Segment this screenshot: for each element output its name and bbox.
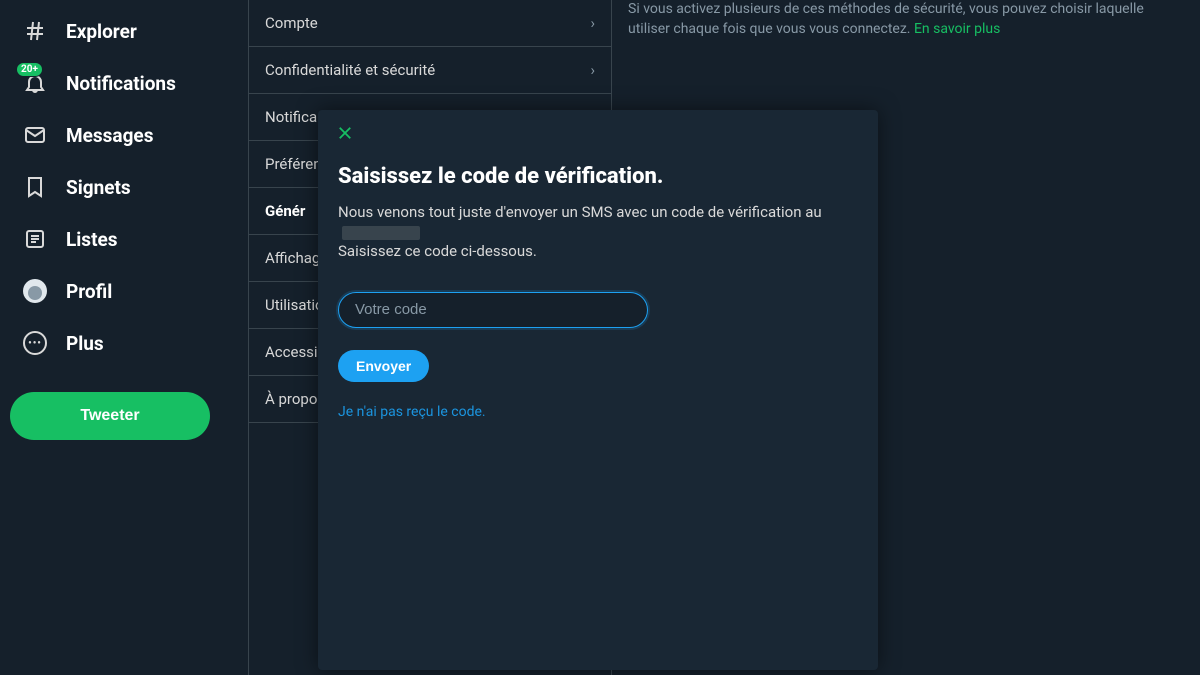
verification-code-input[interactable] — [338, 292, 648, 328]
close-button[interactable] — [334, 124, 356, 146]
learn-more-link[interactable]: En savoir plus — [914, 21, 1000, 37]
modal-body: Saisissez le code de vérification. Nous … — [318, 160, 878, 440]
modal-title: Saisissez le code de vérification. — [338, 164, 858, 189]
modal-desc-line2: Saisissez ce code ci-dessous. — [338, 242, 537, 260]
close-icon — [336, 124, 354, 146]
settings-label: Notifica — [265, 108, 317, 126]
settings-label: Préféren — [265, 155, 322, 173]
bell-icon: 20+ — [22, 70, 48, 96]
avatar-icon — [22, 278, 48, 304]
nav-bookmarks[interactable]: Signets — [10, 164, 238, 210]
send-button[interactable]: Envoyer — [338, 350, 429, 382]
nav-explore[interactable]: Explorer — [10, 8, 238, 54]
nav-label: Signets — [66, 176, 131, 199]
verification-modal: Saisissez le code de vérification. Nous … — [318, 110, 878, 670]
chevron-right-icon: › — [590, 14, 595, 32]
redacted-phone — [342, 226, 420, 240]
tweet-button[interactable]: Tweeter — [10, 392, 210, 440]
hash-icon — [22, 18, 48, 44]
settings-item-account[interactable]: Compte › — [249, 0, 611, 47]
settings-label: Affichag — [265, 249, 320, 267]
chevron-right-icon: › — [590, 61, 595, 79]
settings-label: Utilisatio — [265, 296, 324, 314]
modal-description: Nous venons tout juste d'envoyer un SMS … — [338, 203, 858, 262]
settings-item-privacy[interactable]: Confidentialité et sécurité › — [249, 47, 611, 94]
list-icon — [22, 226, 48, 252]
nav-label: Notifications — [66, 72, 176, 95]
nav-notifications[interactable]: 20+ Notifications — [10, 60, 238, 106]
nav-label: Explorer — [66, 20, 137, 43]
nav-label: Messages — [66, 124, 153, 147]
settings-label: Génér — [265, 202, 305, 220]
notification-badge: 20+ — [16, 62, 43, 77]
settings-label: À propo — [265, 390, 317, 408]
modal-header — [318, 110, 878, 160]
modal-desc-line1: Nous venons tout juste d'envoyer un SMS … — [338, 203, 822, 221]
nav-label: Plus — [66, 332, 104, 355]
nav-label: Listes — [66, 228, 118, 251]
settings-label: Confidentialité et sécurité — [265, 61, 435, 79]
resend-code-link[interactable]: Je n'ai pas reçu le code. — [338, 404, 858, 420]
bookmark-icon — [22, 174, 48, 200]
nav-more[interactable]: ••• Plus — [10, 320, 238, 366]
more-icon: ••• — [22, 330, 48, 356]
nav-lists[interactable]: Listes — [10, 216, 238, 262]
sidebar: Explorer 20+ Notifications Messages Sign… — [0, 0, 248, 675]
settings-label: Compte — [265, 14, 318, 32]
info-prefix: Si vous activez plusieurs de ces méthode… — [628, 1, 1144, 37]
nav-messages[interactable]: Messages — [10, 112, 238, 158]
info-text: Si vous activez plusieurs de ces méthode… — [628, 0, 1184, 39]
nav-label: Profil — [66, 280, 112, 303]
envelope-icon — [22, 122, 48, 148]
nav-profile[interactable]: Profil — [10, 268, 238, 314]
